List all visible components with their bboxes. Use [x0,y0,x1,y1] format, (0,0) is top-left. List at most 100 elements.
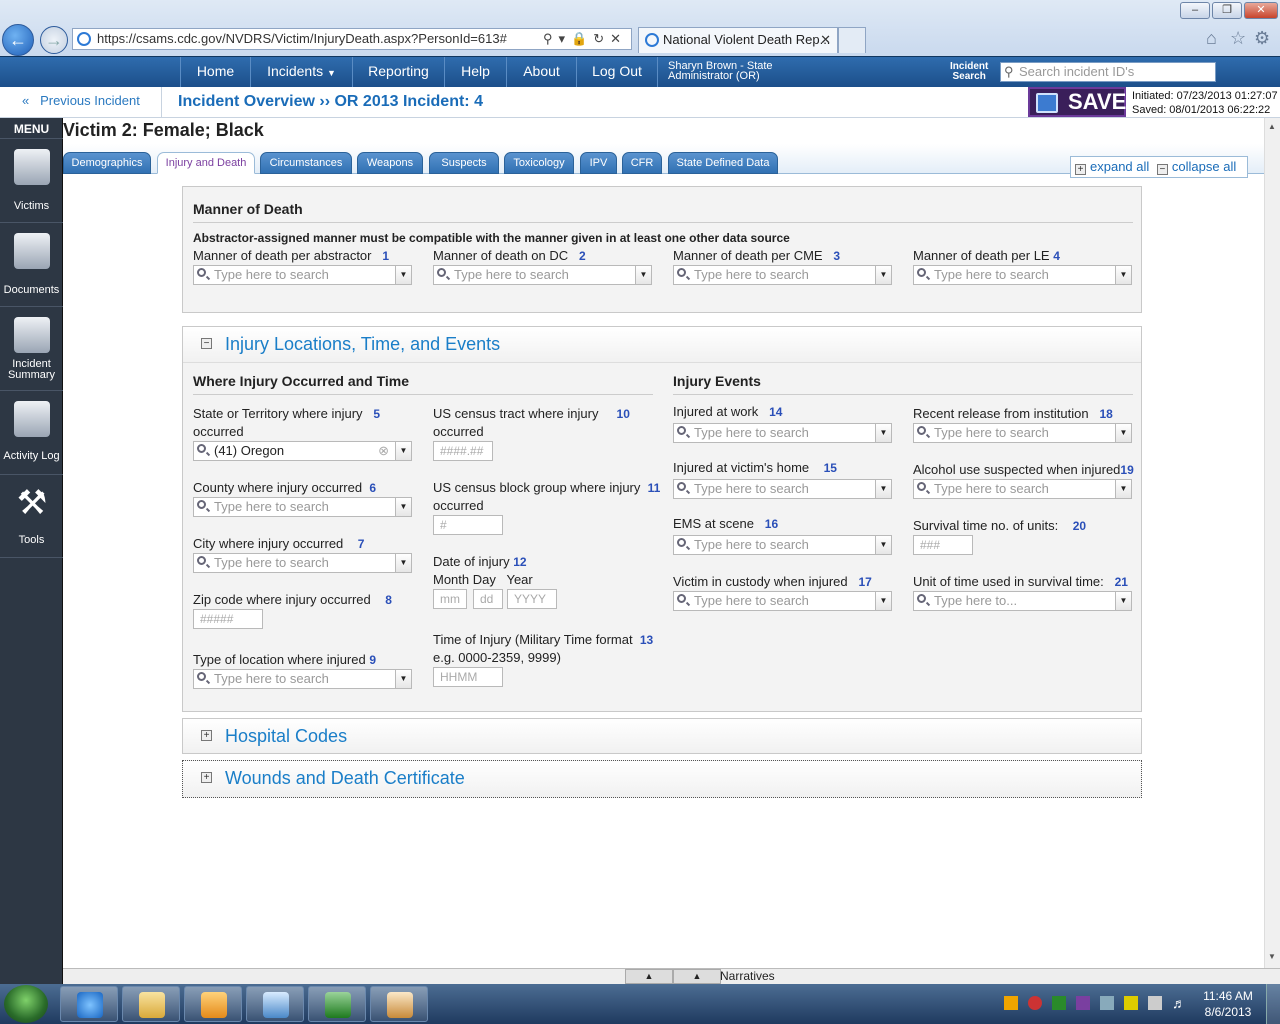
clock[interactable]: 11:46 AM 8/6/2013 [1198,988,1258,1020]
city-combo[interactable]: Type here to search ▼ [193,553,412,573]
census-tract-input[interactable]: ####.## [433,441,493,461]
scroll-up-icon[interactable]: ▲ [1268,122,1276,131]
address-bar[interactable]: https://csams.cdc.gov/NVDRS/Victim/Injur… [72,28,632,50]
incident-overview-link[interactable]: Incident Overview ›› OR 2013 Incident: 4 [178,87,483,117]
collapse-all-button[interactable]: − collapse all [1156,159,1236,175]
chevron-down-icon[interactable]: ▼ [875,480,891,498]
plus-icon[interactable]: + [201,772,212,783]
chevron-down-icon[interactable]: ▼ [1115,480,1131,498]
chevron-down-icon[interactable]: ▼ [1115,266,1131,284]
chevron-down-icon[interactable]: ▼ [635,266,651,284]
manner-cme-combo[interactable]: Type here to search ▼ [673,265,892,285]
sidebar-item-incident-summary[interactable]: Incident Summary [0,306,63,390]
close-tab-icon[interactable]: ✕ [820,28,831,52]
release-combo[interactable]: Type here to search ▼ [913,423,1132,443]
chevron-down-icon[interactable]: ▼ [875,592,891,610]
taskbar-app[interactable] [246,986,304,1022]
expand-all-button[interactable]: + expand all [1075,159,1149,175]
year-input[interactable]: YYYY [507,589,557,609]
previous-incident-link[interactable]: « Previous Incident [0,87,162,117]
clear-icon[interactable]: ⊗ [378,442,389,460]
nav-reporting[interactable]: Reporting [352,57,444,88]
census-block-input[interactable]: # [433,515,503,535]
chevron-down-icon[interactable]: ▼ [395,670,411,688]
ems-at-scene-combo[interactable]: Type here to search ▼ [673,535,892,555]
back-arrow-icon[interactable]: ← [2,24,34,56]
save-button[interactable]: SAVE [1028,87,1126,117]
expand-up-icon[interactable]: ▲ [673,969,721,984]
taskbar-paint[interactable] [370,986,428,1022]
narratives-label[interactable]: Narratives [720,969,775,984]
taskbar-ie[interactable] [60,986,118,1022]
taskbar-explorer[interactable] [122,986,180,1022]
forward-arrow-icon[interactable]: → [40,26,68,54]
injured-at-work-combo[interactable]: Type here to search ▼ [673,423,892,443]
tab-circumstances[interactable]: Circumstances [260,152,352,174]
manner-le-combo[interactable]: Type here to search ▼ [913,265,1132,285]
taskbar-outlook[interactable] [184,986,242,1022]
day-input[interactable]: dd [473,589,503,609]
nav-incidents[interactable]: Incidents ▼ [250,57,352,88]
county-combo[interactable]: Type here to search ▼ [193,497,412,517]
plus-icon[interactable]: + [201,730,212,741]
tab-ipv[interactable]: IPV [580,152,617,174]
injury-locations-header[interactable]: − Injury Locations, Time, and Events [183,327,1141,363]
windows-start-button[interactable] [4,985,48,1023]
close-window-button[interactable]: ✕ [1244,2,1278,19]
month-input[interactable]: mm [433,589,467,609]
show-desktop-button[interactable] [1266,984,1280,1024]
favorites-star-icon[interactable]: ☆ [1230,28,1246,49]
home-icon[interactable]: ⌂ [1206,28,1217,49]
chevron-down-icon[interactable]: ▼ [875,424,891,442]
tray-shield-icon[interactable] [1124,996,1138,1010]
tab-injury-and-death[interactable]: Injury and Death [157,152,255,174]
maximize-button[interactable]: ❐ [1212,2,1242,19]
injured-at-home-combo[interactable]: Type here to search ▼ [673,479,892,499]
chevron-down-icon[interactable]: ▼ [395,554,411,572]
chevron-down-icon[interactable]: ▼ [395,266,411,284]
chevron-down-icon[interactable]: ▼ [395,442,411,460]
volume-icon[interactable]: ♬ [1172,996,1186,1010]
minimize-button[interactable]: – [1180,2,1210,19]
nav-logout[interactable]: Log Out [576,57,658,88]
tab-state-defined-data[interactable]: State Defined Data [668,152,778,174]
chevron-down-icon[interactable]: ▼ [395,498,411,516]
chevron-down-icon[interactable]: ▼ [875,266,891,284]
survival-time-unit-combo[interactable]: Type here to... ▼ [913,591,1132,611]
hospital-codes-header[interactable]: + Hospital Codes [183,719,1141,753]
time-input[interactable]: HHMM [433,667,503,687]
tray-security-icon[interactable] [1028,996,1042,1010]
taskbar-excel[interactable] [308,986,366,1022]
sidebar-item-tools[interactable]: ⚒ Tools [0,474,63,558]
zip-input[interactable]: ##### [193,609,263,629]
tab-cfr[interactable]: CFR [622,152,662,174]
chevron-down-icon[interactable]: ▼ [1115,424,1131,442]
tray-display-icon[interactable] [1148,996,1162,1010]
alcohol-combo[interactable]: Type here to search ▼ [913,479,1132,499]
tray-sync-icon[interactable] [1052,996,1066,1010]
state-combo[interactable]: (41) Oregon ⊗ ▼ [193,441,412,461]
manner-dc-combo[interactable]: Type here to search ▼ [433,265,652,285]
vertical-scrollbar[interactable]: ▲ ▼ [1264,118,1280,968]
nav-about[interactable]: About [506,57,576,88]
tab-suspects[interactable]: Suspects [429,152,499,174]
settings-gear-icon[interactable]: ⚙ [1254,28,1270,49]
location-type-combo[interactable]: Type here to search ▼ [193,669,412,689]
wounds-header[interactable]: + Wounds and Death Certificate [183,761,1141,797]
nav-help[interactable]: Help [444,57,506,88]
new-tab-button[interactable] [838,27,866,53]
tray-app-icon[interactable] [1004,996,1018,1010]
tab-demographics[interactable]: Demographics [63,152,151,174]
chevron-down-icon[interactable]: ▼ [1115,592,1131,610]
tray-network-icon[interactable] [1100,996,1114,1010]
sidebar-item-victims[interactable]: Victims [0,138,63,222]
incident-search-input[interactable]: ⚲ Search incident ID's [1000,62,1216,82]
survival-units-input[interactable]: ### [913,535,973,555]
minus-icon[interactable]: − [201,338,212,349]
sidebar-item-documents[interactable]: Documents [0,222,63,306]
onenote-icon[interactable] [1076,996,1090,1010]
tab-toxicology[interactable]: Toxicology [504,152,574,174]
address-controls[interactable]: ⚲▾🔒↻✕ [543,29,627,49]
collapse-up-icon[interactable]: ▲ [625,969,673,984]
chevron-down-icon[interactable]: ▼ [875,536,891,554]
